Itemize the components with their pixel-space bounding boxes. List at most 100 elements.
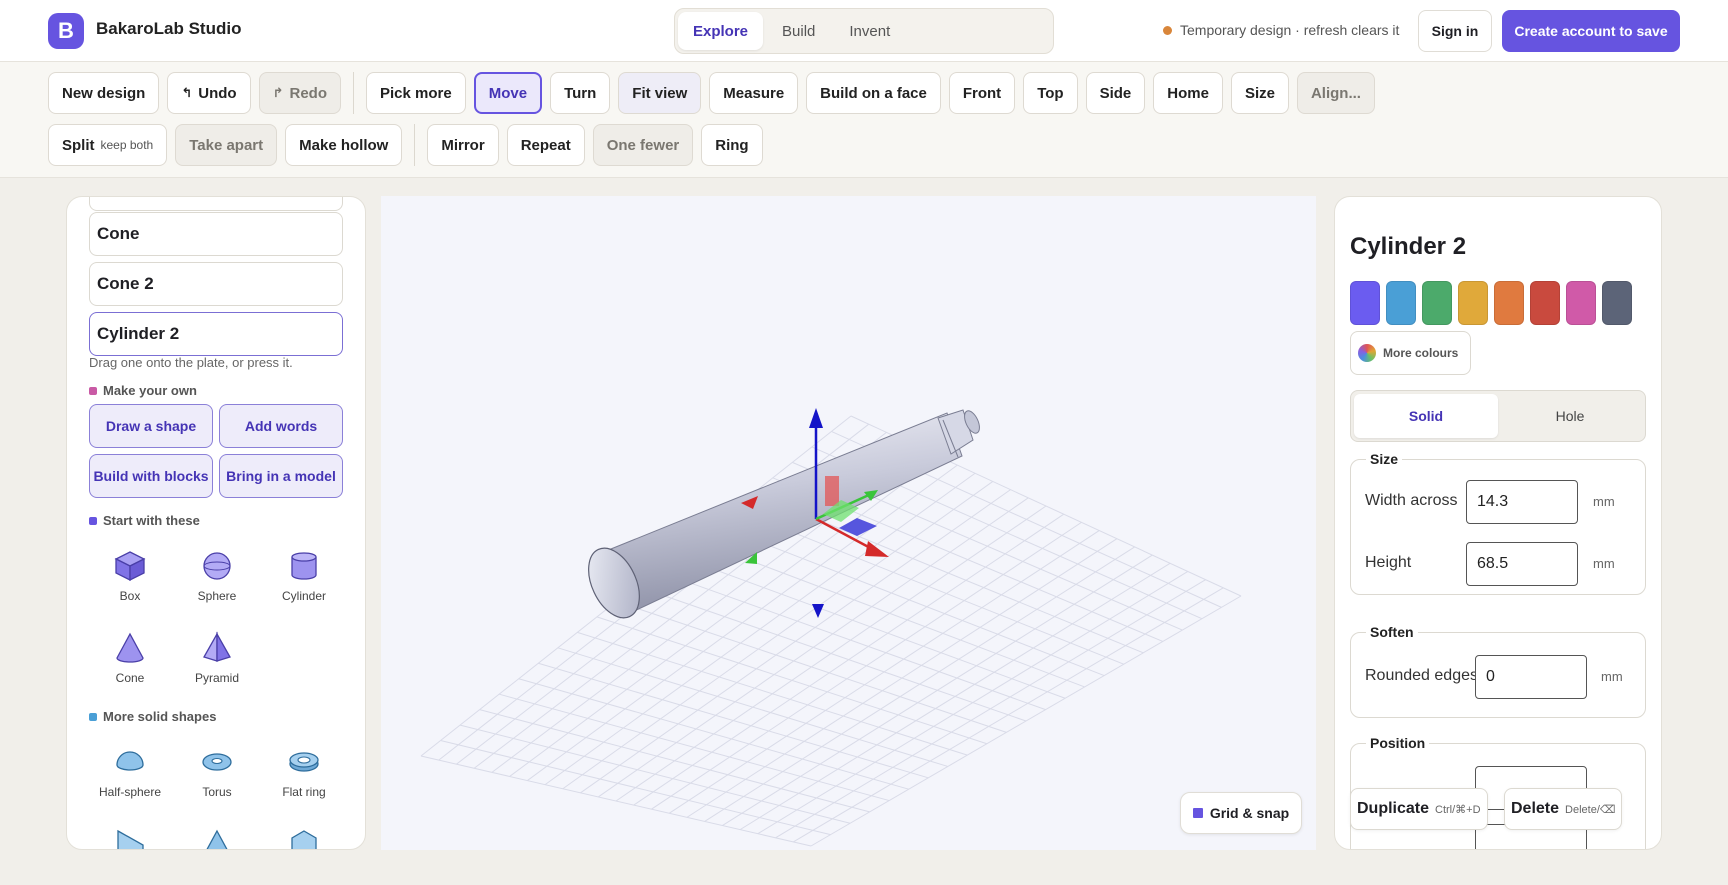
- redo-button[interactable]: ↱ Redo: [258, 72, 341, 114]
- add-words-button[interactable]: Add words: [219, 404, 343, 448]
- repeat-button[interactable]: Repeat: [506, 124, 585, 166]
- box-icon: [114, 551, 146, 582]
- move-down-arrow-icon[interactable]: [812, 604, 824, 618]
- undo-icon: ↰: [181, 85, 193, 100]
- shape-cylinder[interactable]: Cylinder: [262, 549, 346, 603]
- redo-icon: ↱: [272, 85, 284, 100]
- split-button[interactable]: Split keep both: [48, 124, 168, 166]
- duplicate-label: Duplicate: [1357, 800, 1430, 817]
- align-button[interactable]: Align...: [1296, 72, 1375, 114]
- shape-label: Sphere: [197, 589, 237, 603]
- section-label: More solid shapes: [103, 709, 217, 724]
- split-label: Split: [62, 136, 95, 154]
- new-design-button[interactable]: New design: [48, 72, 160, 114]
- pyramid-icon: [203, 631, 231, 662]
- top-view-button[interactable]: Top: [1023, 72, 1078, 114]
- delete-button[interactable]: Delete Delete/⌫: [1504, 788, 1623, 830]
- list-item-cylinder-2[interactable]: Cylinder 2: [89, 312, 343, 356]
- colour-swatch[interactable]: [1530, 281, 1560, 325]
- size-button[interactable]: Size: [1230, 72, 1289, 114]
- colour-swatch[interactable]: [1602, 281, 1632, 325]
- colour-wheel-icon: [1358, 344, 1376, 362]
- move-up-arrow-icon[interactable]: [809, 408, 823, 428]
- colour-swatch[interactable]: [1350, 281, 1380, 325]
- 3d-viewport[interactable]: [381, 196, 1316, 850]
- fit-view-button[interactable]: Fit view: [618, 72, 702, 114]
- width-unit: mm: [1593, 494, 1615, 509]
- toolbar: New design ↰ Undo ↱ Redo Pick more Move …: [0, 62, 1728, 178]
- duplicate-shortcut: Ctrl/⌘+D: [1435, 803, 1481, 816]
- colour-swatch[interactable]: [1422, 281, 1452, 325]
- colour-swatch[interactable]: [1458, 281, 1488, 325]
- tab-explore[interactable]: Explore: [678, 12, 764, 50]
- take-apart-button[interactable]: Take apart: [175, 124, 278, 166]
- front-view-button[interactable]: Front: [948, 72, 1016, 114]
- more-colours-label: More colours: [1383, 346, 1459, 360]
- width-input[interactable]: [1466, 480, 1578, 524]
- list-item-cone[interactable]: Cone: [89, 212, 343, 256]
- hexagon-icon: [291, 830, 317, 849]
- more-colours-button[interactable]: More colours: [1350, 331, 1471, 375]
- create-account-button[interactable]: Create account to save: [1502, 10, 1680, 52]
- tab-build[interactable]: Build: [767, 12, 830, 50]
- shape-hexagon[interactable]: [262, 827, 346, 849]
- solid-option[interactable]: Solid: [1354, 394, 1498, 438]
- wedge-icon: [117, 829, 144, 849]
- solid-hole-toggle: Solid Hole: [1350, 390, 1646, 442]
- shape-flat-ring[interactable]: Flat ring: [262, 745, 346, 799]
- shape-cone[interactable]: Cone: [88, 631, 172, 685]
- shape-box[interactable]: Box: [88, 549, 172, 603]
- mirror-button[interactable]: Mirror: [427, 124, 499, 166]
- section-start-with-these: Start with these: [89, 513, 200, 528]
- one-fewer-button[interactable]: One fewer: [592, 124, 694, 166]
- height-unit: mm: [1593, 556, 1615, 571]
- bring-in-model-button[interactable]: Bring in a model: [219, 454, 343, 498]
- half-sphere-icon: [116, 751, 144, 771]
- build-with-blocks-button[interactable]: Build with blocks: [89, 454, 213, 498]
- home-view-button[interactable]: Home: [1153, 72, 1223, 114]
- colour-swatch[interactable]: [1494, 281, 1524, 325]
- delete-label: Delete: [1511, 800, 1560, 817]
- shape-wedge[interactable]: [88, 827, 172, 849]
- hole-option[interactable]: Hole: [1498, 394, 1642, 438]
- turn-button[interactable]: Turn: [550, 72, 611, 114]
- section-dot-icon: [89, 386, 97, 395]
- object-title: Cylinder 2: [1350, 233, 1467, 260]
- undo-button[interactable]: ↰ Undo: [167, 72, 251, 114]
- list-item-cone-2[interactable]: Cone 2: [89, 262, 343, 306]
- ring-button[interactable]: Ring: [701, 124, 763, 166]
- section-dot-icon: [89, 516, 97, 525]
- colour-swatch[interactable]: [1566, 281, 1596, 325]
- scene-canvas[interactable]: [381, 196, 1316, 850]
- grid-snap-label: Grid & snap: [1209, 805, 1290, 821]
- size-group: Size Width across mm Height mm: [1350, 451, 1646, 595]
- properties-panel[interactable]: Cylinder 2 More colours Solid Hole Size …: [1334, 196, 1662, 850]
- grid-snap-button[interactable]: Grid & snap: [1180, 792, 1302, 834]
- shape-torus[interactable]: Torus: [175, 745, 259, 799]
- rounded-edges-label: Rounded edges: [1365, 667, 1478, 684]
- shape-prism[interactable]: [175, 827, 259, 849]
- build-on-face-button[interactable]: Build on a face: [806, 72, 941, 114]
- prism-icon: [206, 829, 228, 849]
- shapes-panel[interactable]: Cone Cone 2 Cylinder 2 Drag one onto the…: [66, 196, 366, 850]
- mode-tabs: Explore Build Invent: [674, 8, 1054, 54]
- sign-in-button[interactable]: Sign in: [1418, 10, 1492, 52]
- rounded-edges-input[interactable]: [1475, 655, 1587, 699]
- shape-sphere[interactable]: Sphere: [175, 549, 259, 603]
- height-input[interactable]: [1466, 542, 1578, 586]
- draw-shape-button[interactable]: Draw a shape: [89, 404, 213, 448]
- shape-half-sphere[interactable]: Half-sphere: [88, 745, 172, 799]
- colour-swatch[interactable]: [1386, 281, 1416, 325]
- measure-button[interactable]: Measure: [709, 72, 799, 114]
- plane-handle-red[interactable]: [825, 476, 839, 506]
- move-button[interactable]: Move: [473, 72, 543, 114]
- pick-more-button[interactable]: Pick more: [366, 72, 466, 114]
- duplicate-button[interactable]: Duplicate Ctrl/⌘+D: [1350, 788, 1488, 830]
- cylinder-2-model[interactable]: [578, 409, 982, 626]
- status-dot-icon: [1163, 25, 1172, 35]
- list-item[interactable]: [89, 197, 343, 211]
- side-view-button[interactable]: Side: [1085, 72, 1146, 114]
- tab-invent[interactable]: Invent: [834, 12, 905, 50]
- make-hollow-button[interactable]: Make hollow: [285, 124, 403, 166]
- shape-pyramid[interactable]: Pyramid: [175, 631, 259, 685]
